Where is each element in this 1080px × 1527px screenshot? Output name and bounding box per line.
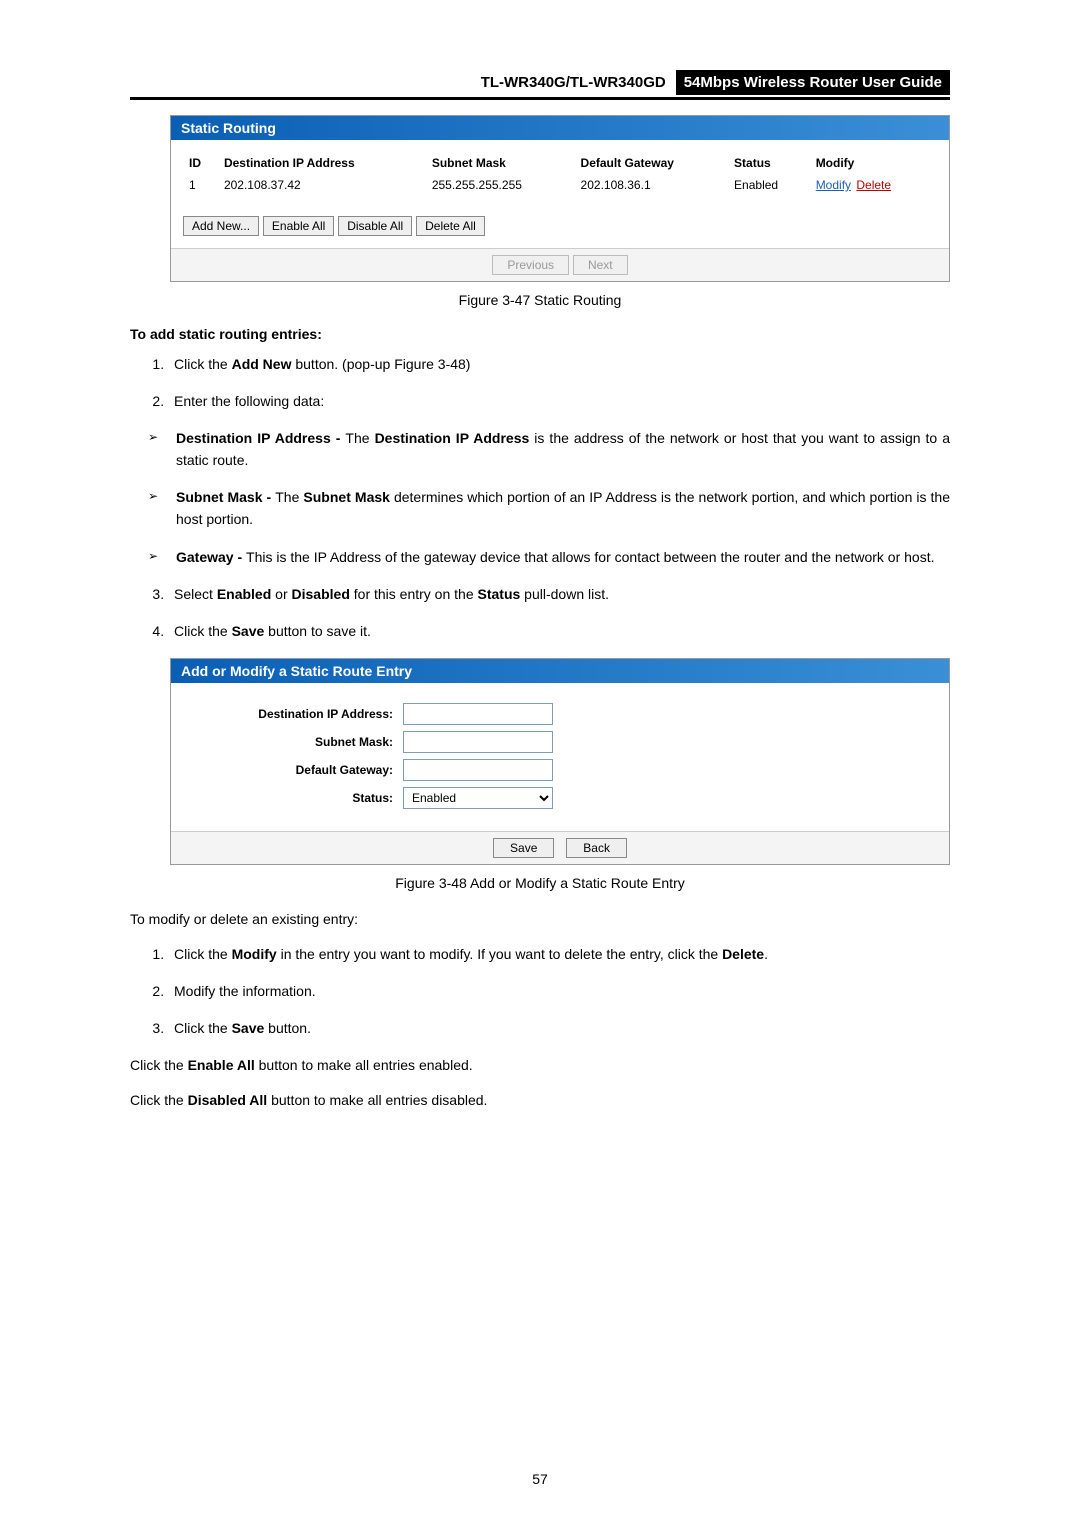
field-descriptions: Destination IP Address - The Destination… <box>148 428 950 568</box>
modify-steps-list: Click the Modify in the entry you want t… <box>168 944 950 1039</box>
figure-caption-1: Figure 3-47 Static Routing <box>130 292 950 308</box>
disable-all-button[interactable]: Disable All <box>338 216 412 236</box>
desc-dest: Destination IP Address - The Destination… <box>148 428 950 471</box>
label-mask: Subnet Mask: <box>183 735 403 749</box>
col-mask: Subnet Mask <box>426 152 575 174</box>
enable-all-button[interactable]: Enable All <box>263 216 334 236</box>
col-id: ID <box>183 152 218 174</box>
col-modify: Modify <box>810 152 937 174</box>
modify-heading: To modify or delete an existing entry: <box>130 909 950 930</box>
step-3: Select Enabled or Disabled for this entr… <box>168 584 950 605</box>
static-routing-title: Static Routing <box>171 116 949 140</box>
add-new-button[interactable]: Add New... <box>183 216 259 236</box>
step-2: Enter the following data: <box>168 391 950 412</box>
enable-all-note: Click the Enable All button to make all … <box>130 1055 950 1076</box>
add-modify-panel: Add or Modify a Static Route Entry Desti… <box>170 658 950 865</box>
save-button[interactable]: Save <box>493 838 554 858</box>
status-select[interactable]: Enabled <box>403 787 553 809</box>
cell-gateway: 202.108.36.1 <box>575 174 729 196</box>
col-gateway: Default Gateway <box>575 152 729 174</box>
cell-dest: 202.108.37.42 <box>218 174 426 196</box>
next-button: Next <box>573 255 628 275</box>
col-dest: Destination IP Address <box>218 152 426 174</box>
cell-mask: 255.255.255.255 <box>426 174 575 196</box>
mod-step-1: Click the Modify in the entry you want t… <box>168 944 950 965</box>
add-steps-list-2: Select Enabled or Disabled for this entr… <box>168 584 950 642</box>
col-status: Status <box>728 152 810 174</box>
label-status: Status: <box>183 791 403 805</box>
previous-button: Previous <box>492 255 569 275</box>
static-routing-panel: Static Routing ID Destination IP Address… <box>170 115 950 282</box>
mod-step-3: Click the Save button. <box>168 1018 950 1039</box>
add-steps-list: Click the Add New button. (pop-up Figure… <box>168 354 950 412</box>
delete-link[interactable]: Delete <box>856 178 891 192</box>
page-header: TL-WR340G/TL-WR340GD 54Mbps Wireless Rou… <box>130 70 950 100</box>
figure-caption-2: Figure 3-48 Add or Modify a Static Route… <box>130 875 950 891</box>
add-modify-title: Add or Modify a Static Route Entry <box>171 659 949 683</box>
disable-all-note: Click the Disabled All button to make al… <box>130 1090 950 1111</box>
label-dest: Destination IP Address: <box>183 707 403 721</box>
add-heading: To add static routing entries: <box>130 326 950 342</box>
desc-mask: Subnet Mask - The Subnet Mask determines… <box>148 487 950 530</box>
gateway-input[interactable] <box>403 759 553 781</box>
delete-all-button[interactable]: Delete All <box>416 216 485 236</box>
header-title: 54Mbps Wireless Router User Guide <box>676 70 950 95</box>
table-row: 1 202.108.37.42 255.255.255.255 202.108.… <box>183 174 937 196</box>
routing-table: ID Destination IP Address Subnet Mask De… <box>183 152 937 196</box>
dest-input[interactable] <box>403 703 553 725</box>
label-gateway: Default Gateway: <box>183 763 403 777</box>
cell-id: 1 <box>183 174 218 196</box>
step-4: Click the Save button to save it. <box>168 621 950 642</box>
header-model: TL-WR340G/TL-WR340GD <box>130 74 676 91</box>
mod-step-2: Modify the information. <box>168 981 950 1002</box>
cell-status: Enabled <box>728 174 810 196</box>
page-number: 57 <box>0 1471 1080 1487</box>
mask-input[interactable] <box>403 731 553 753</box>
step-1: Click the Add New button. (pop-up Figure… <box>168 354 950 375</box>
back-button[interactable]: Back <box>566 838 627 858</box>
desc-gateway: Gateway - This is the IP Address of the … <box>148 547 950 569</box>
modify-link[interactable]: Modify <box>816 178 851 192</box>
